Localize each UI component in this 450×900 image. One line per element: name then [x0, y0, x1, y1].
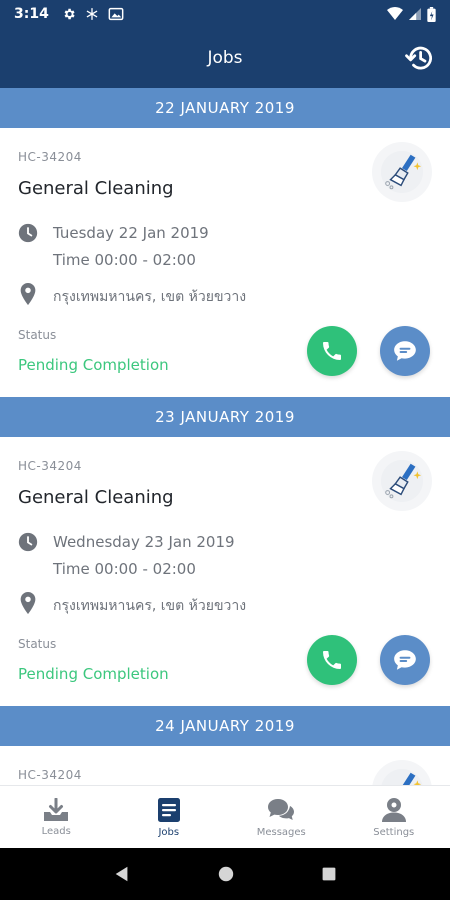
recents-icon[interactable]: [321, 866, 337, 882]
phone-icon: [323, 651, 341, 669]
page-title: Jobs: [207, 48, 243, 68]
job-title: General Cleaning: [18, 178, 174, 199]
download-tray-icon: [44, 797, 69, 821]
clock-icon: [18, 532, 38, 552]
gallery-icon: [108, 7, 124, 21]
status-bar: 3:14: [0, 0, 450, 28]
history-icon: [405, 46, 432, 70]
cleaning-broom-icon: [372, 142, 432, 202]
job-time: Time 00:00 - 02:00: [53, 251, 196, 269]
document-list-icon: [157, 797, 180, 822]
job-card[interactable]: HC-34204 General Cleaning Wednesday 23 J…: [0, 437, 450, 706]
status-label: Status: [18, 328, 57, 342]
jobs-list[interactable]: 22 JANUARY 2019 HC-34204 General Cleanin…: [0, 88, 450, 785]
system-navigation-bar: [0, 848, 450, 900]
app-bar: Jobs: [0, 28, 450, 88]
user-gear-icon: [381, 797, 406, 822]
chat-icon: [394, 650, 416, 670]
chat-bubbles-icon: [268, 798, 295, 820]
job-date: Wednesday 23 Jan 2019: [53, 533, 235, 551]
phone-icon: [323, 342, 341, 360]
nav-messages[interactable]: Messages: [225, 786, 338, 848]
nav-leads-label: Leads: [41, 825, 71, 837]
nav-jobs-label: Jobs: [158, 826, 180, 838]
nav-settings-label: Settings: [373, 826, 415, 838]
status-label: Status: [18, 637, 57, 651]
signal-icon: [409, 8, 421, 20]
home-icon[interactable]: [217, 865, 235, 883]
status-value: Pending Completion: [18, 356, 169, 374]
date-header: 23 JANUARY 2019: [0, 397, 450, 437]
job-id: HC-34204: [18, 459, 82, 473]
status-time: 3:14: [14, 6, 49, 22]
job-location: กรุงเทพมหานคร, เขต ห้วยขวาง: [53, 598, 247, 614]
call-button[interactable]: [307, 635, 357, 685]
job-id: HC-34204: [18, 150, 82, 164]
job-title: General Cleaning: [18, 487, 174, 508]
nav-messages-label: Messages: [256, 826, 306, 838]
bottom-navigation: Leads Jobs Messages Settings: [0, 785, 450, 848]
clock-icon: [18, 223, 38, 243]
message-button[interactable]: [380, 326, 430, 376]
location-pin-icon: [20, 592, 36, 614]
back-icon[interactable]: [113, 865, 131, 883]
date-header: 22 JANUARY 2019: [0, 88, 450, 128]
settings-gear-icon: [64, 8, 75, 20]
battery-icon: [427, 6, 436, 22]
chat-icon: [394, 341, 416, 361]
job-card[interactable]: HC-34204 General Cleaning Tuesday 22 Jan…: [0, 128, 450, 397]
status-value: Pending Completion: [18, 665, 169, 683]
cleaning-broom-icon: [372, 451, 432, 511]
nav-jobs[interactable]: Jobs: [113, 786, 226, 848]
message-button[interactable]: [380, 635, 430, 685]
job-location: กรุงเทพมหานคร, เขต ห้วยขวาง: [53, 289, 247, 305]
job-card[interactable]: HC-34204: [0, 746, 450, 785]
date-header: 24 JANUARY 2019: [0, 706, 450, 746]
job-time: Time 00:00 - 02:00: [53, 560, 196, 578]
wifi-icon: [387, 7, 403, 20]
nav-leads[interactable]: Leads: [0, 786, 113, 848]
call-button[interactable]: [307, 326, 357, 376]
history-button[interactable]: [404, 42, 436, 74]
job-date: Tuesday 22 Jan 2019: [53, 224, 209, 242]
cleaning-broom-icon: [372, 760, 432, 785]
location-pin-icon: [20, 283, 36, 305]
job-id: HC-34204: [18, 768, 82, 782]
nav-settings[interactable]: Settings: [338, 786, 450, 848]
snowflake-icon: [86, 8, 98, 20]
